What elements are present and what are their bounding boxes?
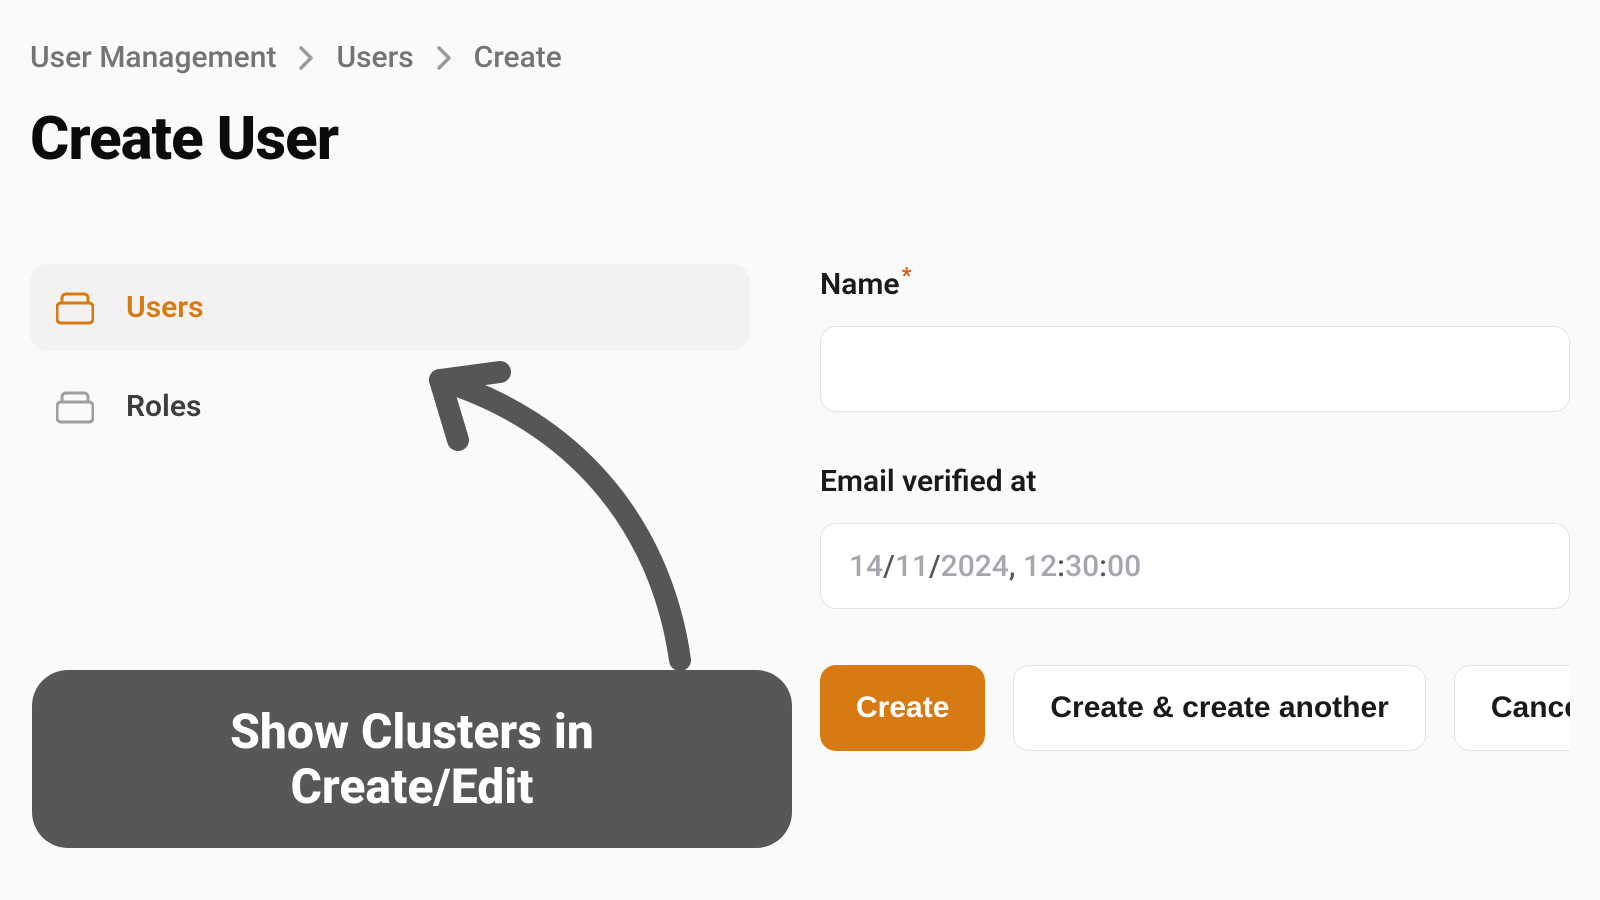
folder-icon [56,390,94,424]
sidebar: Users Roles [30,264,750,450]
breadcrumb-item-users[interactable]: Users [336,40,413,75]
cancel-button[interactable]: Cancel [1454,665,1570,751]
email-verified-at-input[interactable]: 14/11/2024, 12:30:00 [820,523,1570,609]
chevron-right-icon [436,45,452,71]
form-actions: Create Create & create another Cancel [820,665,1570,751]
page-title: Create User [30,103,1570,174]
sidebar-item-users[interactable]: Users [30,264,750,351]
breadcrumb-item-create: Create [474,40,562,75]
folder-icon [56,291,94,325]
breadcrumb: User Management Users Create [30,40,1570,75]
field-name: Name* [820,264,1570,412]
create-and-create-another-button[interactable]: Create & create another [1013,665,1425,751]
required-indicator: * [902,264,912,289]
sidebar-item-roles[interactable]: Roles [30,363,750,450]
create-user-form: Name* Email verified at 14/11/2024, 12:3… [820,264,1570,751]
annotation-text-line: Create/Edit [86,759,738,814]
sidebar-item-label: Users [126,290,204,325]
create-button[interactable]: Create [820,665,985,751]
name-label: Name* [820,264,1570,302]
name-input[interactable] [820,326,1570,412]
breadcrumb-item-user-management[interactable]: User Management [30,40,276,75]
email-verified-at-label: Email verified at [820,464,1570,499]
annotation-callout: Show Clusters in Create/Edit [32,670,792,848]
chevron-right-icon [298,45,314,71]
annotation-text-line: Show Clusters in [86,704,738,759]
field-email-verified-at: Email verified at 14/11/2024, 12:30:00 [820,464,1570,609]
sidebar-item-label: Roles [126,389,201,424]
